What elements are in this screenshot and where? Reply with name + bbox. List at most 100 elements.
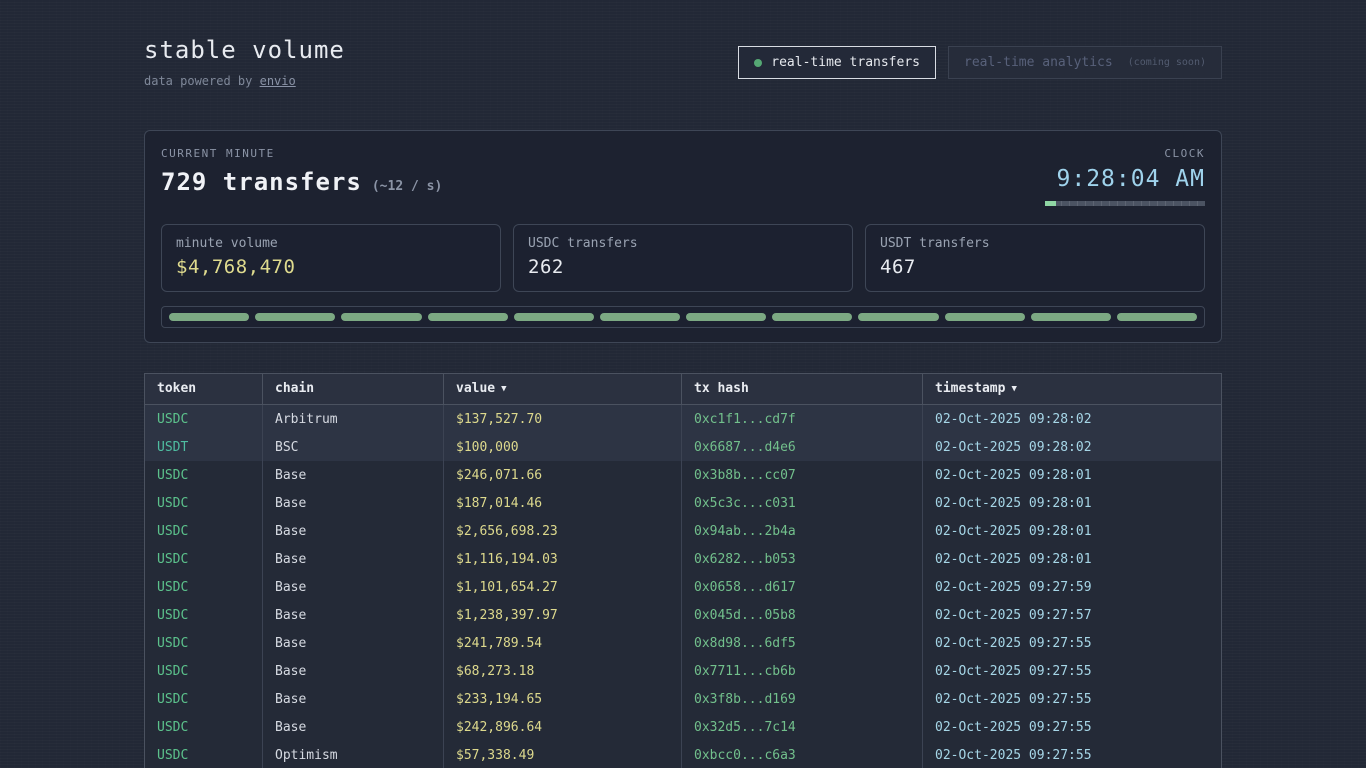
cell-value: $1,116,194.03 bbox=[444, 545, 682, 573]
stat-value: 262 bbox=[528, 256, 838, 278]
cell-token: USDC bbox=[145, 461, 263, 489]
table-header-row: tokenchainvalue▼tx hashtimestamp▼ bbox=[145, 374, 1221, 405]
cell-timestamp: 02-Oct-2025 09:27:59 bbox=[923, 573, 1221, 601]
title-block: stable volume data powered by envio bbox=[144, 36, 345, 88]
activity-segment bbox=[1117, 313, 1197, 321]
column-header-timestamp[interactable]: timestamp▼ bbox=[923, 374, 1221, 404]
table-row: USDCBase$68,273.180x7711...cb6b02-Oct-20… bbox=[145, 657, 1221, 685]
cell-tx-hash[interactable]: 0x6687...d4e6 bbox=[682, 433, 923, 461]
activity-segment bbox=[686, 313, 766, 321]
activity-segment bbox=[514, 313, 594, 321]
cell-value: $241,789.54 bbox=[444, 629, 682, 657]
activity-segment bbox=[169, 313, 249, 321]
table-row: USDCOptimism$57,338.490xbcc0...c6a302-Oc… bbox=[145, 741, 1221, 768]
clock-block: CLOCK 9:28:04 AM bbox=[1045, 147, 1205, 206]
cell-tx-hash[interactable]: 0x5c3c...c031 bbox=[682, 489, 923, 517]
cell-chain: Base bbox=[263, 545, 444, 573]
clock-time: 9:28:04 AM bbox=[1045, 166, 1205, 192]
cell-token: USDT bbox=[145, 433, 263, 461]
table-row: USDTBSC$100,0000x6687...d4e602-Oct-2025 … bbox=[145, 433, 1221, 461]
stat-label: minute volume bbox=[176, 236, 486, 251]
table-row: USDCBase$2,656,698.230x94ab...2b4a02-Oct… bbox=[145, 517, 1221, 545]
transfer-rate: (~12 / s) bbox=[372, 179, 442, 194]
cell-timestamp: 02-Oct-2025 09:28:01 bbox=[923, 489, 1221, 517]
cell-chain: Base bbox=[263, 629, 444, 657]
cell-tx-hash[interactable]: 0x3b8b...cc07 bbox=[682, 461, 923, 489]
table-row: USDCBase$241,789.540x8d98...6df502-Oct-2… bbox=[145, 629, 1221, 657]
cell-tx-hash[interactable]: 0xc1f1...cd7f bbox=[682, 405, 923, 433]
cell-chain: Base bbox=[263, 489, 444, 517]
page-container: stable volume data powered by envio real… bbox=[144, 0, 1222, 768]
hero-top-row: CURRENT MINUTE 729 transfers (~12 / s) C… bbox=[161, 147, 1205, 206]
cell-value: $100,000 bbox=[444, 433, 682, 461]
cell-tx-hash[interactable]: 0xbcc0...c6a3 bbox=[682, 741, 923, 768]
cell-chain: Base bbox=[263, 573, 444, 601]
cell-value: $187,014.46 bbox=[444, 489, 682, 517]
table-row: USDCBase$1,116,194.030x6282...b05302-Oct… bbox=[145, 545, 1221, 573]
cell-chain: Base bbox=[263, 461, 444, 489]
cell-timestamp: 02-Oct-2025 09:27:55 bbox=[923, 713, 1221, 741]
cell-token: USDC bbox=[145, 713, 263, 741]
cell-tx-hash[interactable]: 0x8d98...6df5 bbox=[682, 629, 923, 657]
cell-value: $137,527.70 bbox=[444, 405, 682, 433]
stat-value: 467 bbox=[880, 256, 1190, 278]
cell-tx-hash[interactable]: 0x3f8b...d169 bbox=[682, 685, 923, 713]
cell-token: USDC bbox=[145, 573, 263, 601]
activity-segment bbox=[255, 313, 335, 321]
table-row: USDCBase$242,896.640x32d5...7c1402-Oct-2… bbox=[145, 713, 1221, 741]
tab-analytics-label: real-time analytics bbox=[964, 55, 1113, 70]
clock-progress-fill bbox=[1045, 201, 1056, 206]
cell-chain: Base bbox=[263, 657, 444, 685]
cell-chain: Arbitrum bbox=[263, 405, 444, 433]
stat-card-usdc-transfers: USDC transfers 262 bbox=[513, 224, 853, 292]
cell-chain: Base bbox=[263, 713, 444, 741]
tab-realtime-transfers[interactable]: real-time transfers bbox=[738, 46, 936, 79]
activity-segment bbox=[1031, 313, 1111, 321]
subtitle: data powered by envio bbox=[144, 74, 345, 88]
cell-timestamp: 02-Oct-2025 09:28:01 bbox=[923, 517, 1221, 545]
cell-timestamp: 02-Oct-2025 09:27:57 bbox=[923, 601, 1221, 629]
cell-value: $68,273.18 bbox=[444, 657, 682, 685]
column-header-tx-hash[interactable]: tx hash bbox=[682, 374, 923, 404]
envio-link[interactable]: envio bbox=[260, 74, 296, 88]
cell-tx-hash[interactable]: 0x94ab...2b4a bbox=[682, 517, 923, 545]
cell-tx-hash[interactable]: 0x045d...05b8 bbox=[682, 601, 923, 629]
table-row: USDCBase$246,071.660x3b8b...cc0702-Oct-2… bbox=[145, 461, 1221, 489]
cell-timestamp: 02-Oct-2025 09:28:01 bbox=[923, 545, 1221, 573]
activity-segment bbox=[772, 313, 852, 321]
column-header-token[interactable]: token bbox=[145, 374, 263, 404]
cell-value: $233,194.65 bbox=[444, 685, 682, 713]
stat-label: USDC transfers bbox=[528, 236, 838, 251]
activity-segment bbox=[600, 313, 680, 321]
cell-timestamp: 02-Oct-2025 09:27:55 bbox=[923, 741, 1221, 768]
column-header-chain[interactable]: chain bbox=[263, 374, 444, 404]
cell-timestamp: 02-Oct-2025 09:28:02 bbox=[923, 433, 1221, 461]
cell-tx-hash[interactable]: 0x32d5...7c14 bbox=[682, 713, 923, 741]
cell-tx-hash[interactable]: 0x0658...d617 bbox=[682, 573, 923, 601]
table-row: USDCBase$1,101,654.270x0658...d61702-Oct… bbox=[145, 573, 1221, 601]
cell-tx-hash[interactable]: 0x7711...cb6b bbox=[682, 657, 923, 685]
view-tabs: real-time transfers real-time analytics … bbox=[738, 46, 1222, 79]
table-body: USDCArbitrum$137,527.700xc1f1...cd7f02-O… bbox=[145, 405, 1221, 768]
column-header-value[interactable]: value▼ bbox=[444, 374, 682, 404]
activity-segment bbox=[945, 313, 1025, 321]
cell-chain: Optimism bbox=[263, 741, 444, 768]
cell-timestamp: 02-Oct-2025 09:27:55 bbox=[923, 629, 1221, 657]
stat-card-usdt-transfers: USDT transfers 467 bbox=[865, 224, 1205, 292]
current-minute-label: CURRENT MINUTE bbox=[161, 147, 442, 160]
table-row: USDCBase$1,238,397.970x045d...05b802-Oct… bbox=[145, 601, 1221, 629]
cell-chain: Base bbox=[263, 685, 444, 713]
cell-token: USDC bbox=[145, 405, 263, 433]
cell-tx-hash[interactable]: 0x6282...b053 bbox=[682, 545, 923, 573]
cell-token: USDC bbox=[145, 601, 263, 629]
coming-soon-badge: (coming soon) bbox=[1128, 57, 1206, 68]
activity-segment bbox=[428, 313, 508, 321]
tab-transfers-label: real-time transfers bbox=[771, 55, 920, 70]
cell-token: USDC bbox=[145, 685, 263, 713]
cell-chain: Base bbox=[263, 601, 444, 629]
cell-value: $1,238,397.97 bbox=[444, 601, 682, 629]
cell-timestamp: 02-Oct-2025 09:28:02 bbox=[923, 405, 1221, 433]
table-row: USDCBase$233,194.650x3f8b...d16902-Oct-2… bbox=[145, 685, 1221, 713]
cell-value: $2,656,698.23 bbox=[444, 517, 682, 545]
transfer-count-block: CURRENT MINUTE 729 transfers (~12 / s) bbox=[161, 147, 442, 196]
